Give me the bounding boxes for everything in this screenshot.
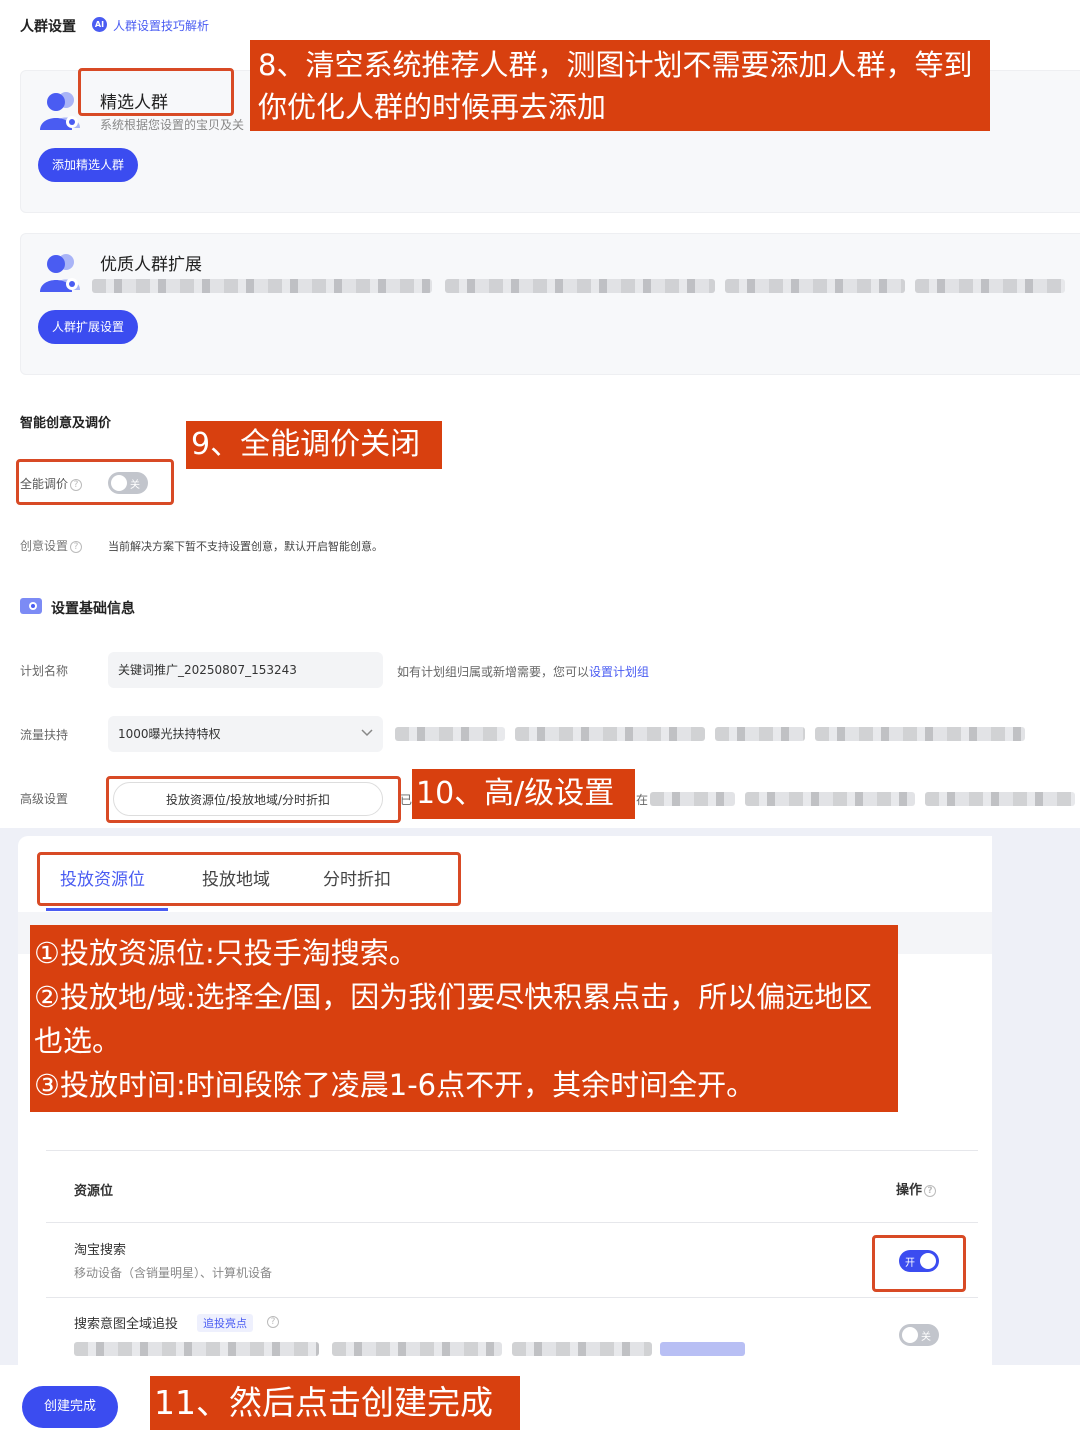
blurred-text	[92, 279, 432, 293]
toggle-state-label: 关	[921, 1332, 931, 1343]
advanced-settings-label: 高级设置	[20, 792, 69, 806]
smart-section-title: 智能创意及调价	[20, 416, 112, 431]
creative-label: 创意设置	[20, 539, 69, 553]
crowd-expand-settings-button[interactable]: 人群扩展设置	[38, 310, 139, 344]
plan-group-link[interactable]: 设置计划组	[589, 665, 649, 679]
annotation-step-region: ②投放地/域:选择全/国，因为我们要尽快积累点击，所以偏远地区也选。	[34, 980, 873, 1058]
traffic-support-value: 1000曝光扶持特权	[118, 727, 221, 741]
resource-name: 搜索意图全域追投	[74, 1317, 179, 1332]
table-row: 淘宝搜索 移动设备（含销量明星）、计算机设备	[46, 1223, 978, 1297]
crowd-tips-link[interactable]: 人群设置技巧解析	[113, 17, 209, 34]
resource-desc: 移动设备（含销量明星）、计算机设备	[74, 1266, 273, 1280]
basic-section-title: 设置基础信息	[51, 601, 135, 617]
blurred-text	[715, 727, 805, 741]
highlight-tabs	[37, 852, 461, 906]
traffic-support-select[interactable]: 1000曝光扶持特权	[108, 716, 383, 752]
blurred-text	[395, 727, 505, 741]
plan-name-input[interactable]: 关键词推广_20250807_153243	[108, 652, 383, 688]
blurred-text	[725, 279, 905, 293]
blurred-link	[660, 1342, 745, 1356]
crowd-expand-avatar-icon	[40, 254, 80, 292]
divider	[46, 1297, 978, 1298]
blurred-text	[915, 279, 1065, 293]
annotation-step-9: 9、全能调价关闭	[186, 421, 442, 469]
annotation-step-resource: ①投放资源位:只投手淘搜索。	[34, 936, 418, 970]
advanced-trailing-b: 在	[636, 793, 649, 807]
highlight-full-bid	[16, 459, 174, 505]
help-icon[interactable]: ?	[70, 540, 83, 553]
help-icon[interactable]: ?	[267, 1316, 279, 1328]
ai-badge-icon: AI	[92, 17, 107, 32]
settings-card-icon	[20, 598, 42, 614]
plan-name-label: 计划名称	[20, 664, 69, 678]
blurred-text	[745, 792, 915, 806]
expand-crowd-title: 优质人群扩展	[100, 255, 202, 275]
plan-group-hint-wrap: 如有计划组归属或新增需要，您可以设置计划组	[397, 663, 649, 680]
creative-note: 当前解决方案下暂不支持设置创意，默认开启智能创意。	[108, 540, 383, 553]
resource-name: 淘宝搜索	[74, 1243, 127, 1258]
chevron-down-icon	[361, 729, 373, 737]
advanced-trailing-a: 已	[400, 793, 413, 807]
toggle-knob	[902, 1327, 918, 1343]
col-header-resource: 资源位	[74, 1184, 114, 1199]
highlight-advanced-settings	[106, 776, 401, 823]
traffic-support-label: 流量扶持	[20, 728, 69, 742]
crowd-section-title: 人群设置	[20, 19, 76, 35]
search-intent-toggle[interactable]: 关	[899, 1324, 939, 1346]
plan-group-hint: 如有计划组归属或新增需要，您可以	[397, 665, 590, 679]
creative-label-wrap: 创意设置?	[20, 537, 83, 554]
blurred-text	[74, 1342, 319, 1356]
col-header-action-wrap: 操作?	[896, 1179, 937, 1198]
blurred-text	[925, 792, 1075, 806]
annotation-steps-block: ①投放资源位:只投手淘搜索。 ②投放地/域:选择全/国，因为我们要尽快积累点击，…	[30, 925, 898, 1112]
blurred-text	[815, 727, 1025, 741]
selected-crowd-desc: 系统根据您设置的宝贝及关	[100, 118, 245, 132]
blurred-text	[445, 279, 715, 293]
create-complete-button[interactable]: 创建完成	[22, 1386, 119, 1428]
add-selected-crowd-button[interactable]: 添加精选人群	[38, 148, 139, 182]
blurred-text	[515, 727, 705, 741]
active-tab-indicator	[46, 908, 168, 911]
annotation-step-time: ③投放时间:时间段除了凌晨1-6点不开，其余时间全开。	[34, 1068, 756, 1102]
blurred-text	[332, 1342, 502, 1356]
tag-chase-highlight: 追投亮点	[197, 1314, 253, 1332]
annotation-step-8: 8、清空系统推荐人群，测图计划不需要添加人群，等到你优化人群的时候再去添加	[250, 40, 990, 131]
blurred-text	[512, 1342, 652, 1356]
divider	[46, 1150, 978, 1151]
annotation-step-11: 11、然后点击创建完成	[150, 1376, 520, 1430]
annotation-step-10: 10、高/级设置	[412, 769, 635, 819]
blurred-text	[650, 792, 735, 806]
col-header-action: 操作	[896, 1183, 923, 1198]
highlight-selected-crowd	[78, 68, 234, 116]
highlight-search-toggle	[872, 1235, 966, 1292]
help-icon[interactable]: ?	[924, 1184, 937, 1197]
